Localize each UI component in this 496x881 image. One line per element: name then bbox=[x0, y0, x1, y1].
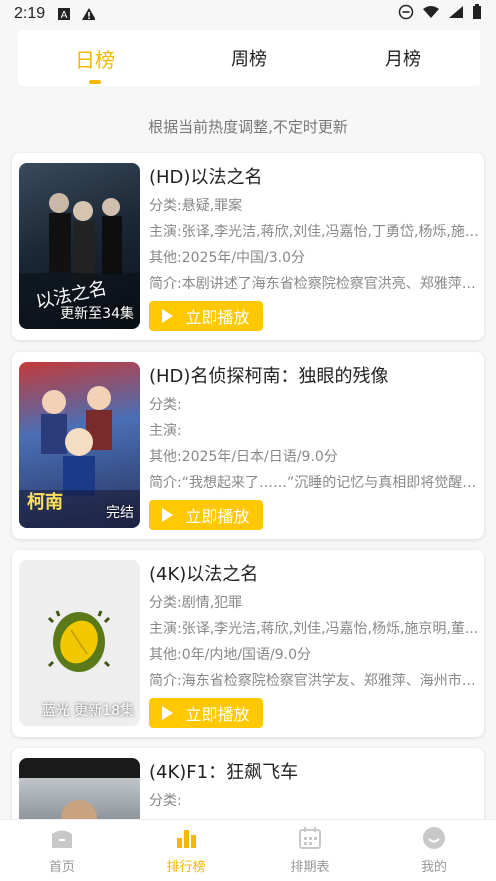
nav-profile-label: 我的 bbox=[420, 860, 447, 875]
item-title: (HD)名侦探柯南：独眼的残像 bbox=[149, 366, 389, 387]
item-category: 分类: bbox=[149, 793, 182, 809]
nav-ranking-label: 排行榜 bbox=[166, 860, 206, 875]
svg-text:A: A bbox=[61, 10, 68, 21]
nav-schedule-label: 排期表 bbox=[290, 860, 330, 875]
home-icon bbox=[52, 830, 72, 848]
item-intro: 简介:“我想起来了……”沉睡的记忆与真相即将觉醒。长野县... bbox=[149, 475, 479, 491]
play-button[interactable]: 立即播放 bbox=[149, 698, 263, 728]
episode-badge: 蓝光 更新18集 bbox=[41, 703, 134, 719]
episode-badge: 完结 bbox=[106, 505, 134, 521]
episode-badge: 更新至34集 bbox=[60, 306, 134, 322]
nav-schedule[interactable]: 排期表 bbox=[248, 820, 372, 881]
nav-home-label: 首页 bbox=[48, 860, 75, 875]
poster-image[interactable]: 以法之名 更新至34集 bbox=[19, 163, 140, 329]
item-cast: 主演:张译,李光洁,蒋欣,刘佳,冯嘉怡,杨烁,施京明,董... bbox=[149, 621, 479, 637]
nav-ranking[interactable]: 排行榜 bbox=[124, 820, 248, 881]
tab-active-indicator bbox=[89, 80, 101, 84]
poster-image[interactable]: 柯南 完结 bbox=[19, 362, 140, 528]
ranking-tabs: 日榜 周榜 月榜 bbox=[18, 30, 480, 86]
tab-weekly-label: 周榜 bbox=[231, 49, 267, 70]
item-title: (4K)F1：狂飙飞车 bbox=[149, 762, 299, 783]
nav-home[interactable]: 首页 bbox=[0, 820, 124, 881]
wifi-icon bbox=[422, 5, 440, 23]
play-button-label: 立即播放 bbox=[185, 705, 250, 724]
app-notification-icon: A bbox=[57, 7, 71, 21]
poster-title-art: 柯南 bbox=[27, 492, 63, 513]
tab-daily[interactable]: 日榜 bbox=[18, 30, 172, 86]
item-other: 其他:2025年/日本/日语/9.0分 bbox=[149, 449, 338, 465]
list-item[interactable]: 柯南 完结 (HD)名侦探柯南：独眼的残像 分类: 主演: 其他:2025年/日… bbox=[12, 352, 484, 539]
dnd-icon bbox=[398, 4, 414, 24]
item-cast: 主演: bbox=[149, 423, 182, 439]
item-category: 分类:剧情,犯罪 bbox=[149, 595, 243, 611]
list-item[interactable]: 蓝光 更新18集 (4K)以法之名 分类:剧情,犯罪 主演:张译,李光洁,蒋欣,… bbox=[12, 550, 484, 737]
ranking-icon bbox=[177, 830, 196, 848]
item-other: 其他:2025年/中国/3.0分 bbox=[149, 250, 306, 266]
play-icon bbox=[162, 706, 174, 720]
poster-placeholder[interactable]: 蓝光 更新18集 bbox=[19, 560, 140, 726]
item-category: 分类:悬疑,罪案 bbox=[149, 198, 243, 214]
item-cast: 主演:张译,李光洁,蒋欣,刘佳,冯嘉怡,丁勇岱,杨烁,施京明,董... bbox=[149, 224, 479, 240]
status-time: 2:19 bbox=[14, 5, 46, 22]
warning-icon bbox=[81, 7, 96, 21]
play-icon bbox=[162, 508, 174, 522]
item-other: 其他:0年/内地/国语/9.0分 bbox=[149, 647, 312, 663]
play-button[interactable]: 立即播放 bbox=[149, 500, 263, 530]
signal-icon bbox=[448, 5, 464, 23]
list-item[interactable]: 以法之名 更新至34集 (HD)以法之名 分类:悬疑,罪案 主演:张译,李光洁,… bbox=[12, 153, 484, 340]
play-icon bbox=[162, 309, 174, 323]
item-intro: 简介:海东省检察院检察官洪学友、郑雅萍、海州市检察院... bbox=[149, 673, 479, 689]
item-title: (HD)以法之名 bbox=[149, 167, 263, 188]
tab-monthly-label: 月榜 bbox=[385, 49, 421, 70]
status-bar: 2:19 A bbox=[0, 0, 496, 28]
item-intro: 简介:本剧讲述了海东省检察院检察官洪亮、郑雅萍、海州市检... bbox=[149, 276, 479, 292]
bottom-nav: 首页 排行榜 排期表 我的 bbox=[0, 819, 496, 881]
tab-monthly[interactable]: 月榜 bbox=[326, 30, 480, 86]
play-button-label: 立即播放 bbox=[185, 507, 250, 526]
tab-daily-label: 日榜 bbox=[75, 47, 115, 72]
calendar-icon bbox=[299, 827, 321, 849]
tab-weekly[interactable]: 周榜 bbox=[172, 30, 326, 86]
item-category: 分类: bbox=[149, 397, 182, 413]
play-button-label: 立即播放 bbox=[185, 308, 250, 327]
ranking-subtitle: 根据当前热度调整,不定时更新 bbox=[148, 118, 348, 136]
play-button[interactable]: 立即播放 bbox=[149, 301, 263, 331]
item-title: (4K)以法之名 bbox=[149, 564, 259, 585]
battery-icon bbox=[472, 4, 482, 24]
nav-profile[interactable]: 我的 bbox=[372, 820, 496, 881]
profile-icon bbox=[423, 827, 445, 849]
